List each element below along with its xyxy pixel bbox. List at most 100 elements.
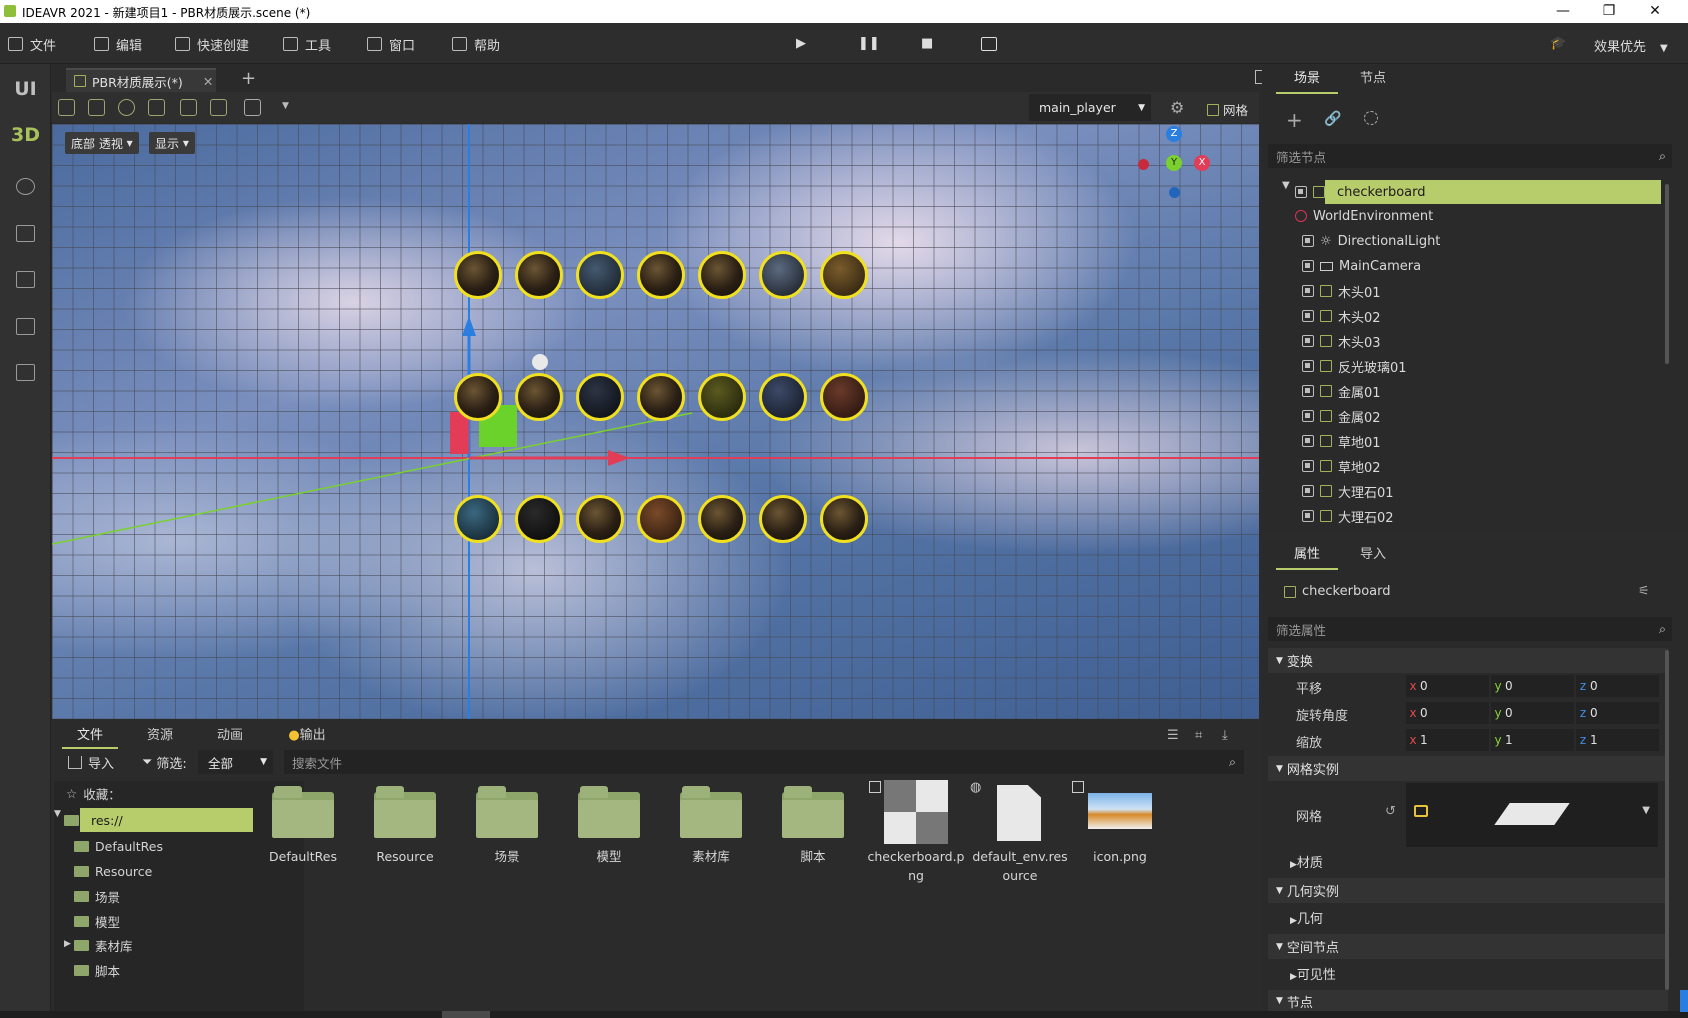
- visibility-checkbox[interactable]: [1302, 360, 1314, 372]
- reset-icon[interactable]: ↺: [1385, 804, 1396, 819]
- rotate-tool-icon[interactable]: [118, 99, 135, 116]
- export-icon[interactable]: [16, 318, 35, 335]
- move-tool-icon[interactable]: [88, 99, 105, 116]
- folder-tile-resource[interactable]: [374, 786, 436, 838]
- grid-toggle[interactable]: 网格: [1207, 100, 1248, 119]
- checkerboard-thumbnail[interactable]: [884, 780, 948, 844]
- translate-z-field[interactable]: z0: [1576, 675, 1659, 697]
- visibility-checkbox[interactable]: [1302, 435, 1314, 447]
- visibility-checkbox[interactable]: [1302, 310, 1314, 322]
- sliders-icon[interactable]: ⚟: [1638, 584, 1650, 599]
- gizmo-axis-z[interactable]: Z: [1166, 126, 1182, 142]
- visibility-checkbox[interactable]: [1302, 410, 1314, 422]
- folder-scripts[interactable]: 脚本: [74, 958, 120, 982]
- instance-icon[interactable]: [1364, 111, 1378, 125]
- material-sphere[interactable]: [454, 373, 502, 421]
- filter-properties-input[interactable]: 筛选属性 ⌕: [1268, 617, 1672, 641]
- gear-icon[interactable]: ⚙: [1170, 98, 1184, 117]
- tab-resources[interactable]: 资源: [132, 723, 188, 749]
- section-visibility[interactable]: ▶可见性: [1290, 964, 1336, 983]
- stop-button[interactable]: ■: [921, 36, 933, 51]
- material-sphere[interactable]: [820, 373, 868, 421]
- section-spatial[interactable]: ▼ 空间节点: [1268, 934, 1668, 959]
- material-sphere[interactable]: [698, 251, 746, 299]
- snap-tool-icon[interactable]: [210, 99, 227, 116]
- visibility-checkbox[interactable]: [1302, 260, 1314, 272]
- section-geometry[interactable]: ▶几何: [1290, 908, 1323, 927]
- ruler-dropdown-icon[interactable]: ▼: [282, 101, 289, 111]
- tree-node-directionallight[interactable]: ☼ DirectionalLight: [1302, 229, 1440, 253]
- material-sphere[interactable]: [637, 495, 685, 543]
- tree-node-grass02[interactable]: 草地02: [1302, 454, 1381, 478]
- gizmo-axis-neg-z[interactable]: [1169, 187, 1180, 198]
- close-window-button[interactable]: ✕: [1632, 0, 1678, 23]
- material-sphere[interactable]: [454, 495, 502, 543]
- material-sphere[interactable]: [515, 373, 563, 421]
- visibility-checkbox[interactable]: [1302, 510, 1314, 522]
- tab-output[interactable]: ●输出: [277, 723, 337, 749]
- store-icon[interactable]: [16, 225, 35, 242]
- scale-tool-icon[interactable]: [148, 99, 165, 116]
- translate-y-field[interactable]: y0: [1491, 675, 1574, 697]
- folder-defaultres[interactable]: DefaultRes: [74, 834, 163, 858]
- material-sphere[interactable]: [576, 495, 624, 543]
- tab-node[interactable]: 节点: [1342, 64, 1404, 94]
- tab-animation[interactable]: 动画: [202, 723, 258, 749]
- chevron-down-icon[interactable]: ▼: [1642, 805, 1650, 816]
- folder-res-root[interactable]: res://: [64, 808, 123, 832]
- tree-node-checkerboard[interactable]: checkerboard: [1295, 180, 1425, 204]
- download-icon[interactable]: ⤓: [1222, 728, 1228, 743]
- visibility-checkbox[interactable]: [1302, 460, 1314, 472]
- tree-node-marble01[interactable]: 大理石01: [1302, 479, 1394, 503]
- ui-mode-button[interactable]: UI: [0, 78, 51, 100]
- gizmo-axis-x[interactable]: X: [1194, 155, 1210, 171]
- folder-resource[interactable]: Resource: [74, 859, 152, 883]
- tab-properties[interactable]: 属性: [1276, 540, 1338, 570]
- translate-x-field[interactable]: x0: [1406, 675, 1489, 697]
- tab-files[interactable]: 文件: [62, 723, 118, 749]
- clapper-icon[interactable]: [981, 37, 997, 51]
- 3d-viewport[interactable]: 底部 透视 ▾ 显示 ▾ Z Y X: [52, 124, 1259, 719]
- import-button[interactable]: 导入: [68, 753, 114, 772]
- filter-dropdown[interactable]: 全部 ▼: [198, 750, 273, 774]
- scale-z-field[interactable]: z1: [1576, 729, 1659, 751]
- link-icon[interactable]: 🔗: [1324, 111, 1341, 127]
- section-mesh-instance[interactable]: ▼ 网格实例: [1268, 756, 1668, 781]
- document-icon[interactable]: [997, 785, 1041, 841]
- rotation-x-field[interactable]: x0: [1406, 702, 1489, 724]
- folder-tile-scenes[interactable]: [476, 786, 538, 838]
- tree-node-metal02[interactable]: 金属02: [1302, 404, 1381, 428]
- select-tool-icon[interactable]: [58, 99, 75, 116]
- folder-assets[interactable]: 素材库: [74, 933, 133, 957]
- visibility-checkbox[interactable]: [1295, 186, 1307, 198]
- section-node[interactable]: ▼ 节点: [1268, 990, 1668, 1012]
- pause-button[interactable]: ❚❚: [858, 36, 880, 51]
- settings-window-icon[interactable]: [16, 271, 35, 288]
- menu-tools[interactable]: 工具: [283, 34, 331, 54]
- properties-scrollbar[interactable]: [1665, 650, 1669, 990]
- tree-scrollbar[interactable]: [1665, 184, 1669, 364]
- gizmo-axis-y[interactable]: Y: [1166, 155, 1182, 171]
- material-sphere[interactable]: [454, 251, 502, 299]
- tree-node-grass01[interactable]: 草地01: [1302, 429, 1381, 453]
- folder-scenes[interactable]: 场景: [74, 884, 120, 908]
- folder-tile-scripts[interactable]: [782, 786, 844, 838]
- material-sphere[interactable]: [759, 495, 807, 543]
- perspective-dropdown[interactable]: 底部 透视 ▾: [65, 132, 139, 154]
- tab-scene[interactable]: 场景: [1276, 64, 1338, 94]
- display-dropdown[interactable]: 显示 ▾: [149, 132, 195, 154]
- visibility-checkbox[interactable]: [1302, 335, 1314, 347]
- menu-window[interactable]: 窗口: [367, 34, 415, 54]
- scale-y-field[interactable]: y1: [1491, 729, 1574, 751]
- material-sphere[interactable]: [820, 251, 868, 299]
- add-node-icon[interactable]: +: [1286, 108, 1303, 132]
- icon-png-thumbnail[interactable]: [1088, 793, 1152, 829]
- material-sphere[interactable]: [515, 495, 563, 543]
- menu-file[interactable]: 文件: [8, 34, 56, 54]
- folder-tile-assets[interactable]: [680, 786, 742, 838]
- tree-node-maincamera[interactable]: MainCamera: [1302, 254, 1421, 278]
- tree-node-wood03[interactable]: 木头03: [1302, 329, 1381, 353]
- visibility-checkbox[interactable]: [1302, 235, 1314, 247]
- material-sphere[interactable]: [759, 251, 807, 299]
- collapse-arrow-icon[interactable]: ▼: [54, 809, 61, 819]
